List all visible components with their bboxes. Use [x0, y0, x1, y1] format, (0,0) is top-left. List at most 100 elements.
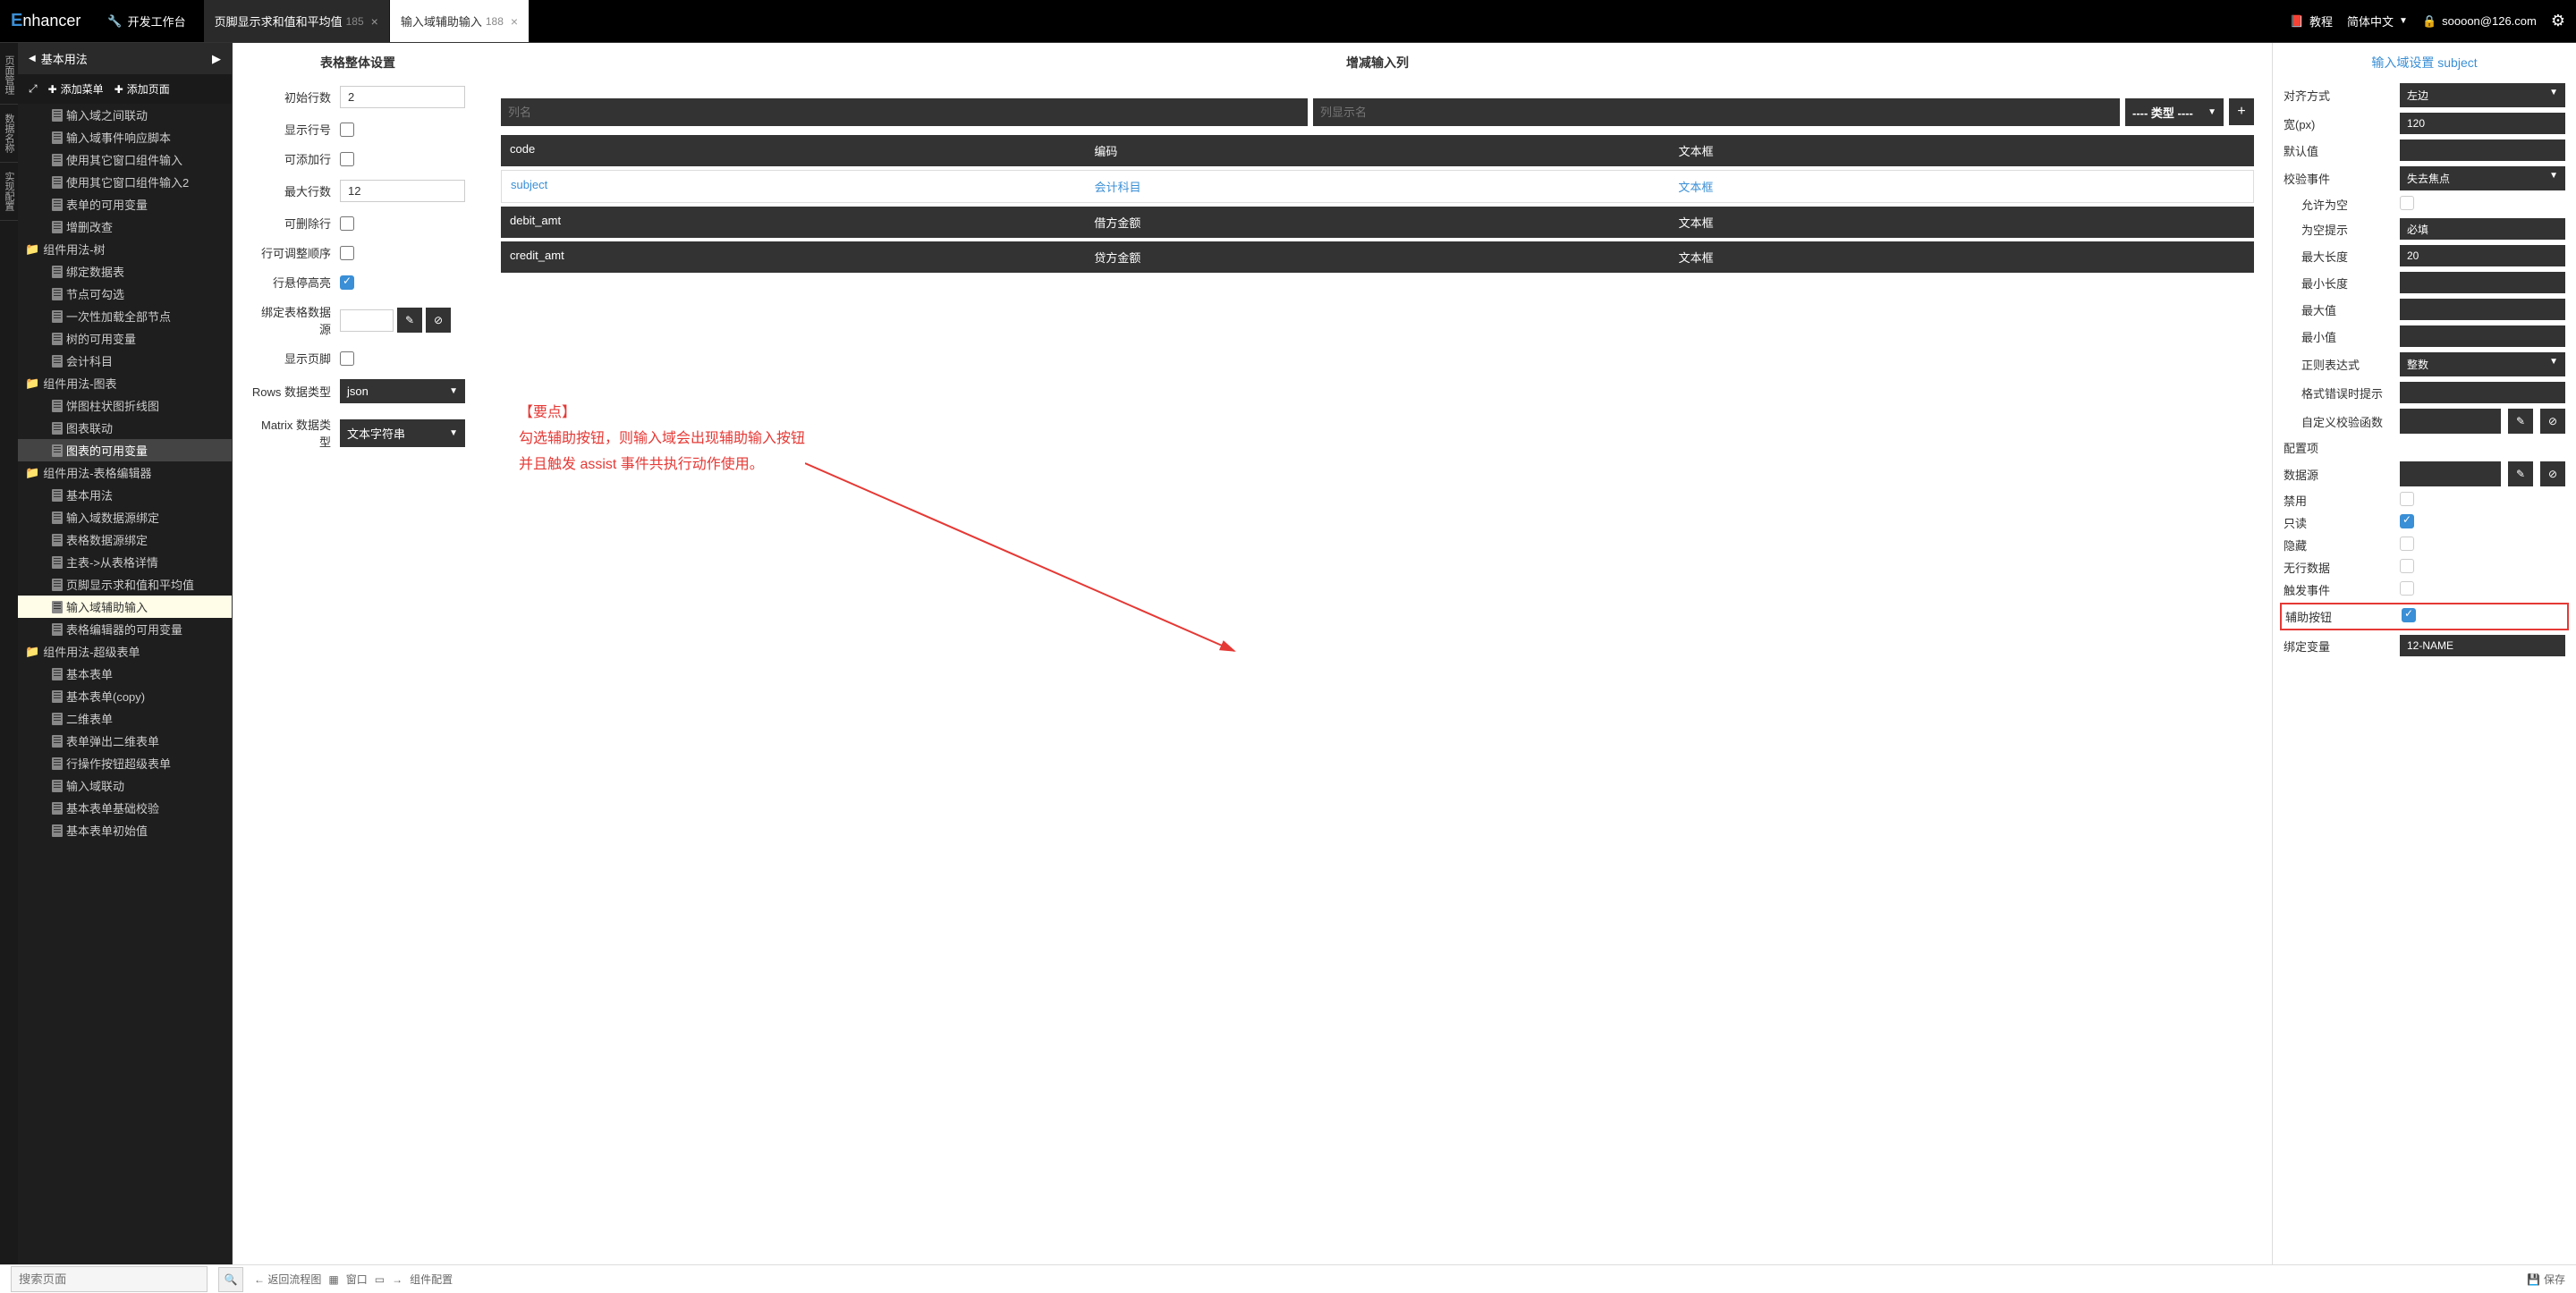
- tab-1[interactable]: 页脚显示求和值和平均值 185 ×: [204, 0, 390, 42]
- gear-icon[interactable]: ⚙: [2551, 12, 2565, 30]
- prop-input-custom_validate[interactable]: [2400, 409, 2501, 434]
- prop-select-align[interactable]: 左边▼: [2400, 83, 2565, 107]
- language-select[interactable]: 简体中文 ▼: [2347, 13, 2408, 30]
- tree-item[interactable]: 增删改查: [18, 216, 232, 238]
- input-max-rows[interactable]: [340, 180, 465, 202]
- input-col-name[interactable]: [501, 98, 1308, 126]
- prop-input-empty_tip[interactable]: [2400, 218, 2565, 240]
- tree-item[interactable]: 📁组件用法-表格编辑器: [18, 461, 232, 484]
- add-col-button[interactable]: +: [2229, 98, 2254, 125]
- back-link[interactable]: ← 返回流程图: [254, 1272, 321, 1287]
- side-tab-data[interactable]: 数据名称: [0, 105, 18, 163]
- add-menu-button[interactable]: ✚ 添加菜单: [48, 81, 104, 97]
- column-row[interactable]: code编码文本框: [501, 135, 2254, 166]
- workbench-button[interactable]: 🔧 开发工作台: [107, 13, 185, 30]
- play-icon[interactable]: ▶: [212, 52, 221, 66]
- prop-input-format_error[interactable]: [2400, 382, 2565, 403]
- prop-input-bind_var[interactable]: [2400, 635, 2565, 656]
- select-rows-dt[interactable]: json▼: [340, 379, 465, 403]
- tree-item[interactable]: 表格数据源绑定: [18, 528, 232, 551]
- prop-select-regex[interactable]: 整数▼: [2400, 352, 2565, 376]
- side-tab-impl[interactable]: 实现配置: [0, 163, 18, 221]
- prop-check-allow_empty[interactable]: [2400, 196, 2414, 210]
- chevron-left-icon[interactable]: ◀: [29, 54, 36, 63]
- tree-item[interactable]: 基本表单: [18, 663, 232, 685]
- tree-item[interactable]: 树的可用变量: [18, 327, 232, 350]
- prop-input-width[interactable]: [2400, 113, 2565, 134]
- tree-item[interactable]: 绑定数据表: [18, 260, 232, 283]
- tree-item[interactable]: 📁组件用法-树: [18, 238, 232, 260]
- search-input[interactable]: [11, 1266, 208, 1292]
- check-can-add-row[interactable]: [340, 152, 354, 166]
- tree-item[interactable]: 表格编辑器的可用变量: [18, 618, 232, 640]
- tree-item[interactable]: 📁组件用法-超级表单: [18, 640, 232, 663]
- edit-icon[interactable]: ✎: [2508, 409, 2533, 434]
- prop-check-disabled[interactable]: [2400, 492, 2414, 506]
- select-matrix-dt[interactable]: 文本字符串▼: [340, 419, 465, 447]
- tree-item[interactable]: 会计科目: [18, 350, 232, 372]
- prop-check-assist_btn[interactable]: [2402, 608, 2416, 622]
- tree-item[interactable]: 基本表单基础校验: [18, 797, 232, 819]
- tree-item[interactable]: 输入域数据源绑定: [18, 506, 232, 528]
- prop-input-min_val[interactable]: [2400, 325, 2565, 347]
- check-show-footer[interactable]: [340, 351, 354, 366]
- tree-item[interactable]: 基本表单初始值: [18, 819, 232, 841]
- tree-item[interactable]: 图表的可用变量: [18, 439, 232, 461]
- user-menu[interactable]: 🔒 soooon@126.com: [2422, 14, 2537, 29]
- tree-item[interactable]: 表单的可用变量: [18, 193, 232, 216]
- edit-icon[interactable]: ✎: [397, 308, 422, 333]
- block-icon[interactable]: ⊘: [2540, 461, 2565, 486]
- tree-item[interactable]: 二维表单: [18, 707, 232, 730]
- tree-item[interactable]: 输入域联动: [18, 774, 232, 797]
- expand-icon[interactable]: ⤢: [29, 81, 38, 97]
- column-row[interactable]: credit_amt贷方金额文本框: [501, 241, 2254, 273]
- tree-item[interactable]: 输入域事件响应脚本: [18, 126, 232, 148]
- check-row-sortable[interactable]: [340, 246, 354, 260]
- close-icon[interactable]: ×: [371, 14, 378, 29]
- tree-item[interactable]: 📁组件用法-图表: [18, 372, 232, 394]
- column-row[interactable]: subject会计科目文本框: [501, 170, 2254, 203]
- input-initial-rows[interactable]: [340, 86, 465, 108]
- prop-check-hidden[interactable]: [2400, 537, 2414, 551]
- tree-item[interactable]: 节点可勾选: [18, 283, 232, 305]
- tab-2[interactable]: 输入域辅助输入 188 ×: [390, 0, 530, 42]
- tree-item[interactable]: 主表->从表格详情: [18, 551, 232, 573]
- tree-item[interactable]: 基本用法: [18, 484, 232, 506]
- search-button[interactable]: 🔍: [218, 1267, 243, 1292]
- tree-item[interactable]: 使用其它窗口组件输入2: [18, 171, 232, 193]
- close-icon[interactable]: ×: [511, 14, 518, 29]
- tree-item[interactable]: 一次性加载全部节点: [18, 305, 232, 327]
- prop-check-readonly[interactable]: [2400, 514, 2414, 528]
- save-button[interactable]: 💾 保存: [2527, 1272, 2565, 1287]
- tree-item[interactable]: 基本表单(copy): [18, 685, 232, 707]
- block-icon[interactable]: ⊘: [426, 308, 451, 333]
- tree-item[interactable]: 输入域辅助输入: [18, 596, 232, 618]
- edit-icon[interactable]: ✎: [2508, 461, 2533, 486]
- prop-check-trigger_event[interactable]: [2400, 581, 2414, 596]
- tutorial-link[interactable]: 📕 教程: [2290, 13, 2333, 30]
- prop-select-validate_event[interactable]: 失去焦点▼: [2400, 166, 2565, 190]
- breadcrumb-window[interactable]: 窗口: [346, 1272, 368, 1287]
- tree-item[interactable]: 饼图柱状图折线图: [18, 394, 232, 417]
- input-bind-ds[interactable]: [340, 309, 394, 332]
- prop-input-datasource[interactable]: [2400, 461, 2501, 486]
- tree-item[interactable]: 行操作按钮超级表单: [18, 752, 232, 774]
- prop-check-no_row_data[interactable]: [2400, 559, 2414, 573]
- select-col-type[interactable]: ---- 类型 ----▼: [2125, 98, 2224, 126]
- side-tab-page[interactable]: 页面管理: [0, 46, 18, 105]
- tree-item[interactable]: 表单弹出二维表单: [18, 730, 232, 752]
- check-can-del-row[interactable]: [340, 216, 354, 231]
- block-icon[interactable]: ⊘: [2540, 409, 2565, 434]
- prop-input-min_len[interactable]: [2400, 272, 2565, 293]
- tree-item[interactable]: 图表联动: [18, 417, 232, 439]
- tree-item[interactable]: 输入域之间联动: [18, 104, 232, 126]
- tree-item[interactable]: 使用其它窗口组件输入: [18, 148, 232, 171]
- prop-input-default_val[interactable]: [2400, 139, 2565, 161]
- add-page-button[interactable]: ✚ 添加页面: [114, 81, 170, 97]
- column-row[interactable]: debit_amt借方金额文本框: [501, 207, 2254, 238]
- prop-input-max_len[interactable]: [2400, 245, 2565, 266]
- prop-input-max_val[interactable]: [2400, 299, 2565, 320]
- input-col-display[interactable]: [1313, 98, 2120, 126]
- check-row-hover[interactable]: [340, 275, 354, 290]
- check-show-row-num[interactable]: [340, 123, 354, 137]
